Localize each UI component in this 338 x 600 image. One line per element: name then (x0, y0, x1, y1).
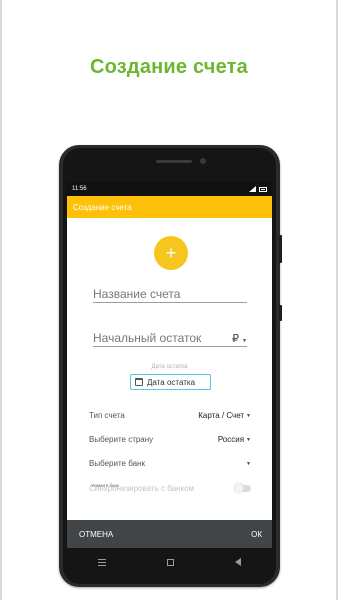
status-icons (249, 186, 267, 192)
home-icon[interactable] (166, 558, 174, 566)
chevron-down-icon: ▼ (246, 460, 251, 467)
status-time: 11:56 (72, 186, 87, 192)
account-name-placeholder: Название счета (93, 287, 181, 301)
currency-symbol: ₽ (231, 333, 239, 345)
back-icon[interactable] (235, 558, 242, 566)
app-bar: Создание счета (67, 196, 272, 218)
earpiece (156, 160, 192, 163)
chevron-down-icon: ▼ (246, 412, 251, 419)
bank-row[interactable]: Выберите банк ▼ (89, 459, 251, 468)
signal-icon (249, 186, 256, 192)
app-screen: 11:56 Создание счета + Название счета На… (67, 182, 272, 548)
status-bar: 11:56 (67, 182, 272, 196)
account-type-value: Карта / Счет (198, 411, 245, 420)
country-row[interactable]: Выберите страну Россия ▼ (89, 435, 251, 444)
sync-hint: Укажите банк (91, 483, 119, 488)
country-value: Россия (217, 435, 245, 444)
front-camera (200, 158, 206, 164)
bank-label: Выберите банк (89, 459, 145, 468)
menu-icon[interactable] (97, 558, 106, 566)
country-dropdown[interactable]: Россия ▼ (218, 435, 251, 444)
add-icon-button[interactable]: + (154, 236, 188, 270)
chevron-down-icon: ▼ (246, 436, 251, 443)
power-button (279, 305, 282, 321)
battery-icon (259, 186, 267, 192)
toggle-knob (234, 483, 244, 493)
dialog-actions: ОТМЕНА ОК (67, 520, 272, 548)
system-nav-bar (67, 548, 272, 576)
bank-dropdown[interactable]: ▼ (244, 461, 251, 467)
left-edge (0, 0, 2, 600)
initial-balance-placeholder: Начальный остаток (93, 331, 202, 345)
plus-icon: + (165, 243, 177, 263)
chevron-down-icon: ▼ (242, 338, 247, 344)
app-bar-title: Создание счета (73, 202, 132, 212)
volume-button (279, 235, 282, 263)
cancel-button[interactable]: ОТМЕНА (79, 530, 113, 539)
calendar-icon (135, 378, 143, 386)
initial-balance-field[interactable]: Начальный остаток ₽ ▼ (93, 329, 247, 347)
account-type-dropdown[interactable]: Карта / Счет ▼ (198, 411, 251, 420)
account-type-label: Тип счета (89, 411, 125, 420)
promo-title: Создание счета (89, 56, 248, 78)
balance-date-button[interactable]: Дата остатка (130, 374, 211, 390)
date-caption: Дата остатка (151, 364, 188, 370)
sync-toggle[interactable] (234, 483, 251, 493)
currency-selector[interactable]: ₽ ▼ (232, 332, 247, 345)
ok-button[interactable]: ОК (251, 530, 262, 539)
account-type-row[interactable]: Тип счета Карта / Счет ▼ (89, 411, 251, 420)
country-label: Выберите страну (89, 435, 154, 444)
account-name-field[interactable]: Название счета (93, 285, 247, 303)
balance-date-label: Дата остатка (147, 377, 196, 387)
